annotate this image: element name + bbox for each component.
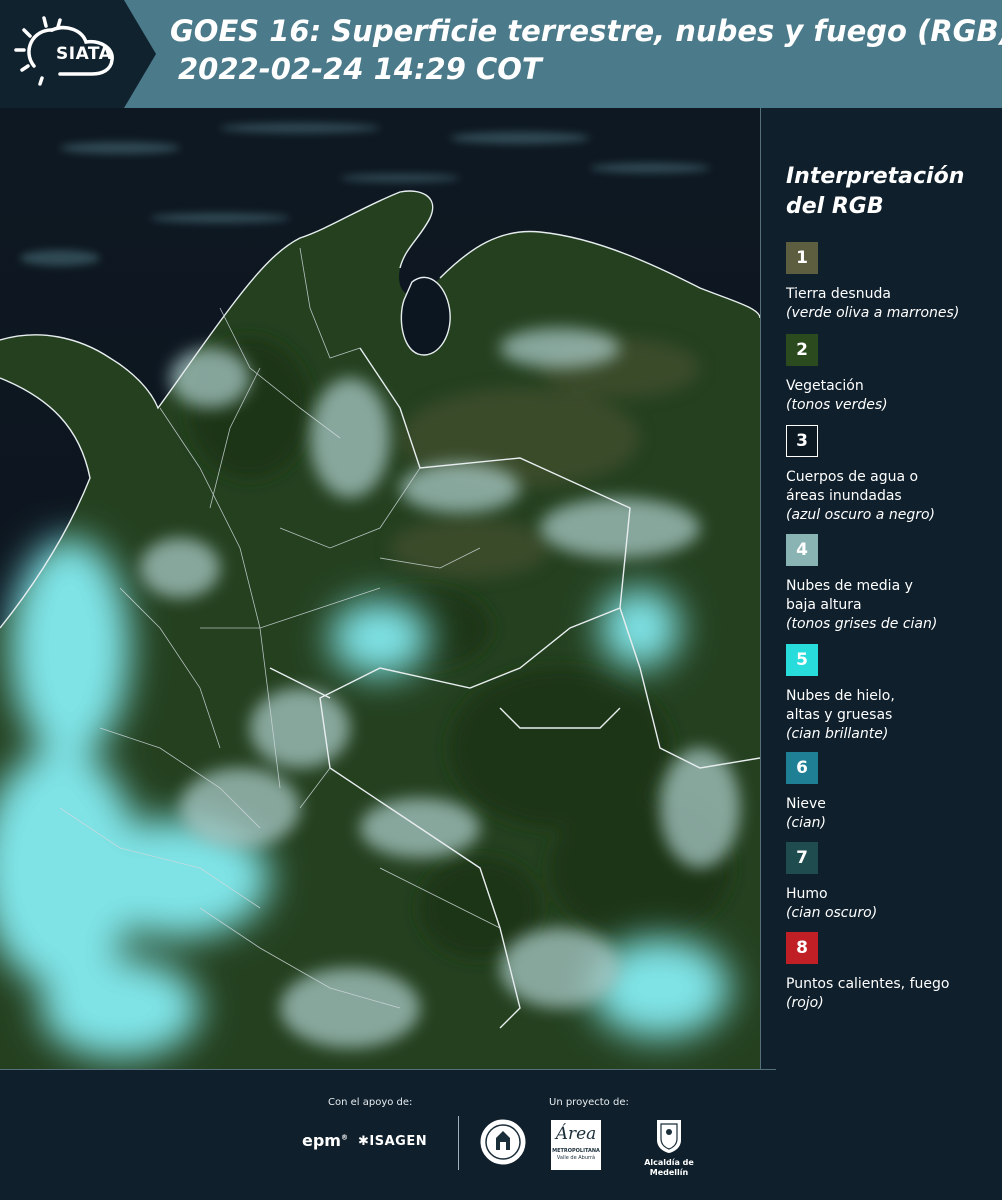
satellite-map bbox=[0, 108, 760, 1070]
legend-label-line: Nubes de hielo, bbox=[786, 688, 895, 704]
legend-item-label: Vegetación bbox=[786, 377, 996, 396]
map-frame-bottom bbox=[0, 1069, 776, 1070]
legend-swatch: 3 bbox=[786, 425, 818, 457]
coat-of-arms-icon bbox=[657, 1120, 681, 1153]
legend-item-label: Puntos calientes, fuego bbox=[786, 975, 996, 994]
legend-item-sub: (tonos verdes) bbox=[786, 397, 888, 413]
isagen-text: ISAGEN bbox=[369, 1134, 428, 1149]
legend-swatch: 1 bbox=[786, 242, 818, 274]
title-line-1: GOES 16: Superficie terrestre, nubes y f… bbox=[170, 14, 1002, 48]
legend-title: Interpretación del RGB bbox=[786, 162, 996, 222]
legend-item-sub: (cian brillante) bbox=[786, 726, 889, 742]
legend-item-sub: (rojo) bbox=[786, 995, 824, 1011]
legend-label-line: Humo bbox=[786, 886, 828, 902]
legend-label-line: Nieve bbox=[786, 796, 826, 812]
legend-swatch: 7 bbox=[786, 842, 818, 874]
project-label: Un proyecto de: bbox=[549, 1097, 629, 1108]
header-bar: SIATA GOES 16: Superficie terrestre, nub… bbox=[0, 0, 1002, 108]
legend-item-label: Humo bbox=[786, 885, 996, 904]
siata-logo: SIATA bbox=[0, 0, 160, 108]
legend-item-sub: (verde oliva a marrones) bbox=[786, 305, 960, 321]
legend-item-label: Nubes de media y baja altura bbox=[786, 577, 996, 615]
isagen-logo: ✱ISAGEN bbox=[358, 1134, 427, 1149]
legend-item: 8 Puntos calientes, fuego (rojo) bbox=[786, 932, 996, 1013]
satellite-image bbox=[0, 108, 760, 1070]
legend-item: 7 Humo (cian oscuro) bbox=[786, 842, 996, 923]
legend-label-line: Tierra desnuda bbox=[786, 286, 891, 302]
legend-item: 3 Cuerpos de agua o áreas inundadas (azu… bbox=[786, 425, 996, 525]
page-title: GOES 16: Superficie terrestre, nubes y f… bbox=[170, 12, 1002, 88]
legend-item-label: Tierra desnuda bbox=[786, 285, 996, 304]
legend-item-label: Cuerpos de agua o áreas inundadas bbox=[786, 468, 996, 506]
footer-divider bbox=[458, 1116, 459, 1170]
area-sub1: METROPOLITANA bbox=[552, 1148, 600, 1154]
legend-item: 2 Vegetación (tonos verdes) bbox=[786, 334, 996, 415]
legend-item-label: Nieve bbox=[786, 795, 996, 814]
legend-item: 5 Nubes de hielo, altas y gruesas (cian … bbox=[786, 644, 996, 744]
legend-label-line: altas y gruesas bbox=[786, 707, 893, 723]
support-label: Con el apoyo de: bbox=[328, 1097, 413, 1108]
alcaldia-logo: Alcaldía de Medellín bbox=[636, 1118, 702, 1178]
legend-title-line-1: Interpretación bbox=[786, 164, 965, 189]
legend-swatch: 6 bbox=[786, 752, 818, 784]
legend-label-line: Cuerpos de agua o bbox=[786, 469, 919, 485]
area-text: Área bbox=[555, 1124, 597, 1144]
rgb-legend: Interpretación del RGB 1 Tierra desnuda … bbox=[786, 162, 996, 1011]
legend-swatch: 8 bbox=[786, 932, 818, 964]
legend-item-sub: (tonos grises de cian) bbox=[786, 616, 938, 632]
legend-item-sub: (cian oscuro) bbox=[786, 905, 878, 921]
map-frame-right bbox=[760, 108, 761, 1070]
isagen-star-icon: ✱ bbox=[358, 1134, 370, 1149]
epm-logo: epm® bbox=[302, 1131, 348, 1150]
seal-logo bbox=[478, 1116, 528, 1172]
legend-swatch: 5 bbox=[786, 644, 818, 676]
legend-item: 1 Tierra desnuda (verde oliva a marrones… bbox=[786, 242, 996, 323]
title-line-2: 2022-02-24 14:29 COT bbox=[178, 52, 542, 86]
legend-swatch: 4 bbox=[786, 534, 818, 566]
legend-label-line: Vegetación bbox=[786, 378, 864, 394]
alcaldia-text: Alcaldía de Medellín bbox=[644, 1158, 694, 1177]
legend-item: 4 Nubes de media y baja altura (tonos gr… bbox=[786, 534, 996, 634]
legend-label-line: Nubes de media y bbox=[786, 578, 913, 594]
seal-icon bbox=[480, 1119, 526, 1165]
brand-name: SIATA bbox=[56, 44, 113, 64]
legend-label-line: baja altura bbox=[786, 597, 862, 613]
legend-item: 6 Nieve (cian) bbox=[786, 752, 996, 833]
legend-item-label: Nubes de hielo, altas y gruesas bbox=[786, 687, 996, 725]
legend-title-line-2: del RGB bbox=[786, 194, 884, 219]
area-metropolitana-logo: Área METROPOLITANA Valle de Aburrá bbox=[551, 1120, 601, 1170]
legend-label-line: Puntos calientes, fuego bbox=[786, 976, 950, 992]
legend-swatch: 2 bbox=[786, 334, 818, 366]
legend-item-sub: (azul oscuro a negro) bbox=[786, 507, 935, 523]
epm-text: epm bbox=[302, 1131, 341, 1150]
legend-item-sub: (cian) bbox=[786, 815, 826, 831]
legend-label-line: áreas inundadas bbox=[786, 488, 902, 504]
area-sub2: Valle de Aburrá bbox=[556, 1155, 596, 1161]
